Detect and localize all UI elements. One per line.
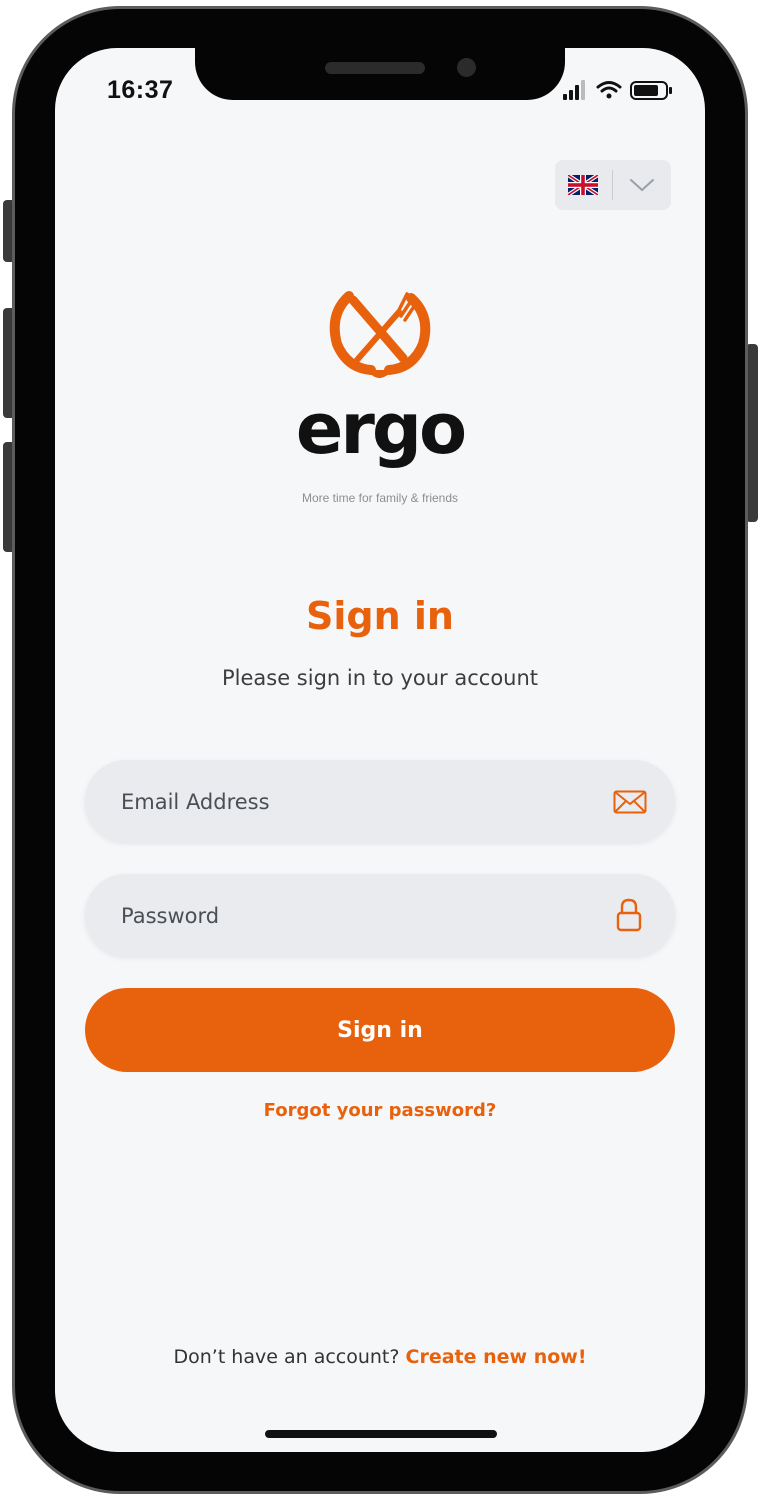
- email-field-container: [85, 760, 675, 844]
- brand-wordmark: ergo: [295, 388, 467, 470]
- chevron-down-icon: [630, 179, 654, 192]
- brand-tagline: More time for family & friends: [301, 491, 459, 505]
- front-camera: [457, 58, 476, 77]
- signal-icon: [563, 80, 585, 100]
- sign-in-button[interactable]: Sign in: [85, 988, 675, 1072]
- notch: [195, 46, 565, 100]
- create-account-link[interactable]: Create new now!: [406, 1346, 587, 1368]
- home-indicator[interactable]: [265, 1430, 497, 1438]
- app-screen: 16:37 ergo More time for family & friend…: [55, 48, 705, 1452]
- language-divider: [612, 170, 613, 200]
- password-input[interactable]: [119, 874, 603, 958]
- status-icons: [563, 80, 672, 100]
- signup-prompt-text: Don’t have an account?: [173, 1346, 400, 1368]
- uk-flag-icon: [568, 175, 598, 195]
- envelope-icon: [613, 790, 647, 814]
- page-subtitle: Please sign in to your account: [221, 666, 539, 690]
- signup-prompt: Don’t have an account? Create new now!: [55, 1346, 705, 1368]
- password-field-container: [85, 874, 675, 958]
- fork-knife-logo-icon: [329, 291, 431, 378]
- battery-icon: [630, 81, 672, 100]
- wifi-icon: [596, 81, 622, 99]
- language-selector[interactable]: [555, 160, 671, 210]
- page-title: Sign in: [306, 594, 454, 638]
- speaker: [325, 62, 425, 74]
- status-time: 16:37: [107, 76, 174, 104]
- email-input[interactable]: [119, 760, 603, 844]
- forgot-password-link[interactable]: Forgot your password?: [55, 1100, 705, 1121]
- lock-icon: [616, 898, 642, 932]
